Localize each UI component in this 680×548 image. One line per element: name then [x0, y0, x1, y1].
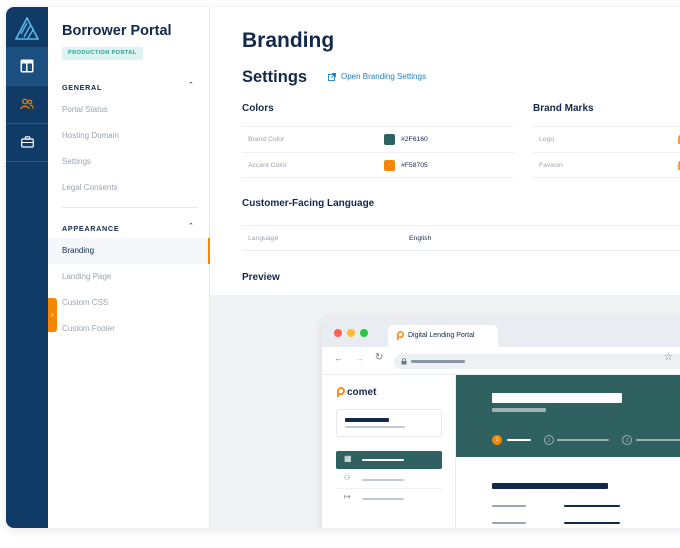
favicon-label: Favicon [539, 162, 563, 169]
rail-layout-button[interactable] [6, 47, 48, 85]
logo-row: Logo [533, 126, 680, 152]
comet-logo-text: comet [347, 387, 377, 398]
step-3-icon: 3 [622, 435, 632, 445]
preview-nav-item: ↦ [336, 490, 442, 508]
grid-icon: ▦ [344, 454, 352, 463]
rail-users-button[interactable] [6, 85, 48, 123]
external-link-icon [328, 72, 336, 81]
chevron-up-icon[interactable]: ⌃ [188, 81, 194, 89]
rail-briefcase-button[interactable] [6, 123, 48, 161]
logout-icon: ↦ [344, 492, 351, 501]
general-section-title: GENERAL [62, 83, 103, 92]
settings-sidebar: Borrower Portal PRODUCTION PORTAL GENERA… [48, 7, 210, 528]
preview-nav: comet ▦ ⚇ ↦ [322, 375, 456, 528]
preview-logo: comet [336, 387, 376, 398]
users-icon [20, 98, 34, 110]
bookmark-star-icon: ☆ [664, 352, 673, 363]
forward-arrow-icon: → [355, 353, 364, 363]
accent-color-label: Accent Color [248, 162, 287, 169]
sidebar-item-custom-css[interactable]: Custom CSS [48, 290, 210, 316]
reload-icon: ↻ [375, 352, 384, 363]
accent-color-swatch[interactable] [384, 160, 395, 171]
browser-tab: Digital Lending Portal [388, 325, 498, 347]
browser-tab-title: Digital Lending Portal [408, 332, 475, 339]
brand-marks-title: Brand Marks [533, 103, 594, 114]
layout-icon [20, 59, 34, 73]
app-logo-icon [15, 17, 39, 40]
preview-account-card [336, 409, 442, 437]
lock-icon [401, 358, 407, 365]
accent-color-row: Accent Color #F58705 [242, 152, 514, 178]
browser-tabbar: Digital Lending Portal [322, 317, 680, 347]
language-section-title: Customer-Facing Language [242, 198, 375, 209]
language-value: English [409, 235, 432, 242]
favicon-icon [396, 331, 404, 340]
language-label: Language [248, 235, 279, 242]
chevron-right-icon: › [51, 310, 54, 319]
brand-color-label: Brand Color [248, 136, 285, 143]
briefcase-icon [20, 136, 34, 148]
portal-title: Borrower Portal [62, 23, 172, 39]
preview-hero: 1 2 3 [456, 375, 680, 457]
main-content: Branding Settings Open Branding Settings… [210, 7, 680, 528]
favicon-row: Favicon [533, 152, 680, 178]
preview-title: Preview [242, 272, 280, 283]
page-title: Branding [242, 29, 335, 52]
sidebar-item-settings[interactable]: Settings [48, 149, 210, 175]
minimize-dot-icon [347, 329, 355, 337]
open-branding-settings-link[interactable]: Open Branding Settings [328, 72, 426, 81]
back-arrow-icon: ← [334, 353, 343, 363]
chevron-up-icon[interactable]: ⌃ [188, 222, 194, 230]
step-2-icon: 2 [544, 435, 554, 445]
preview-nav-item: ⚇ [336, 471, 442, 489]
preview-browser: Digital Lending Portal ← → ↻ ☆ comet ▦ ⚇… [322, 317, 680, 528]
url-field [394, 354, 680, 369]
close-dot-icon [334, 329, 342, 337]
preview-nav-item-active: ▦ [336, 451, 442, 469]
sidebar-item-legal-consents[interactable]: Legal Consents [48, 175, 210, 201]
language-row: Language English [242, 225, 680, 251]
left-rail [6, 7, 48, 528]
sidebar-item-landing-page[interactable]: Landing Page [48, 264, 210, 290]
sidebar-item-branding[interactable]: Branding [48, 238, 210, 264]
comet-logo-icon [337, 387, 345, 397]
sidebar-item-hosting-domain[interactable]: Hosting Domain [48, 123, 210, 149]
brand-color-swatch[interactable] [384, 134, 395, 145]
users-icon: ⚇ [344, 475, 351, 482]
step-1-icon: 1 [492, 435, 502, 445]
brand-color-row: Brand Color #2F6160 [242, 126, 514, 152]
settings-title: Settings [242, 68, 308, 86]
sidebar-toggle-button[interactable]: › [48, 298, 57, 332]
colors-title: Colors [242, 103, 274, 114]
open-branding-settings-label: Open Branding Settings [341, 72, 426, 81]
sidebar-item-custom-footer[interactable]: Custom Footer [48, 316, 210, 342]
brand-color-value: #2F6160 [401, 136, 428, 143]
accent-color-value: #F58705 [401, 162, 428, 169]
sidebar-item-portal-status[interactable]: Portal Status [48, 97, 210, 123]
browser-address-bar: ← → ↻ ☆ [322, 347, 680, 375]
maximize-dot-icon [360, 329, 368, 337]
appearance-section-title: APPEARANCE [62, 224, 120, 233]
app-window: Borrower Portal PRODUCTION PORTAL GENERA… [6, 7, 680, 528]
environment-badge: PRODUCTION PORTAL [62, 47, 143, 60]
logo-label: Logo [539, 136, 555, 143]
